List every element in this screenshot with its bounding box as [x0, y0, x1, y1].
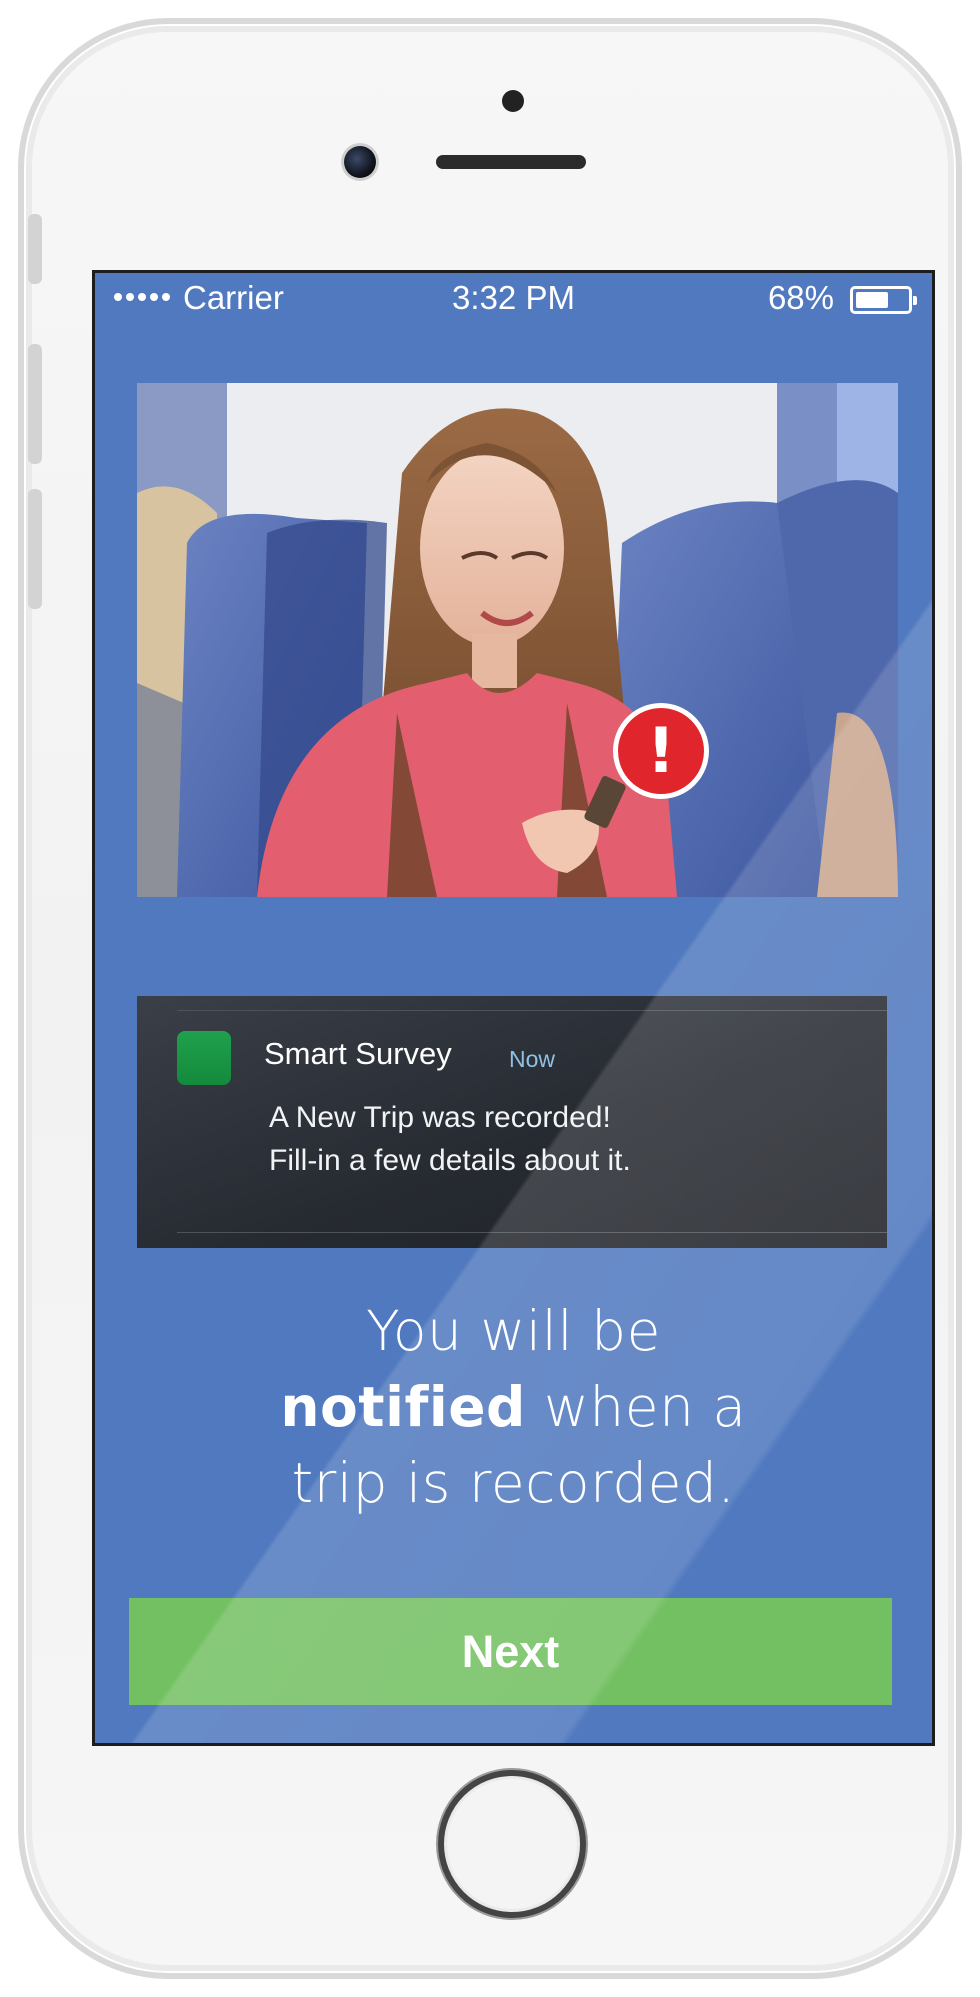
hero-photo: !	[137, 383, 898, 897]
notification-app-name: Smart Survey	[264, 1036, 452, 1071]
alert-exclamation-icon: !	[613, 703, 709, 799]
proximity-sensor	[502, 90, 524, 112]
battery-icon	[850, 286, 917, 314]
home-button[interactable]	[438, 1770, 586, 1918]
volume-up-button	[28, 344, 42, 464]
onboarding-message: You will be notified when a trip is reco…	[95, 1293, 932, 1521]
front-camera	[344, 146, 376, 178]
notification-line-2: Fill-in a few details about it.	[269, 1144, 631, 1177]
message-line-3: trip is recorded.	[291, 1451, 736, 1515]
message-emphasis: notified	[280, 1375, 526, 1439]
phone-device-frame: Carrier 3:32 PM 68% ! Smart Survey Now A…	[18, 18, 962, 1979]
message-line-2-rest: when a	[525, 1375, 747, 1439]
next-button[interactable]: Next	[129, 1598, 892, 1705]
status-bar: Carrier 3:32 PM 68%	[95, 273, 932, 331]
notification-divider-bottom	[177, 1232, 887, 1233]
battery-percent: 68%	[767, 279, 834, 316]
message-line-2: notified when a	[95, 1369, 932, 1445]
notification-time: Now	[509, 1046, 556, 1072]
earpiece-speaker	[436, 155, 586, 169]
volume-down-button	[28, 489, 42, 609]
phone-screen: Carrier 3:32 PM 68% ! Smart Survey Now A…	[92, 270, 935, 1746]
notification-line-1: A New Trip was recorded!	[269, 1101, 611, 1134]
notification-body: A New Trip was recorded! Fill-in a few d…	[269, 1096, 631, 1182]
notification-divider-top	[177, 1010, 887, 1011]
mute-switch	[28, 214, 42, 284]
message-line-1: You will be	[366, 1299, 661, 1363]
woman-on-bus-illustration	[137, 383, 898, 897]
push-notification-preview: Smart Survey Now A New Trip was recorded…	[137, 996, 887, 1248]
app-icon	[177, 1031, 231, 1085]
